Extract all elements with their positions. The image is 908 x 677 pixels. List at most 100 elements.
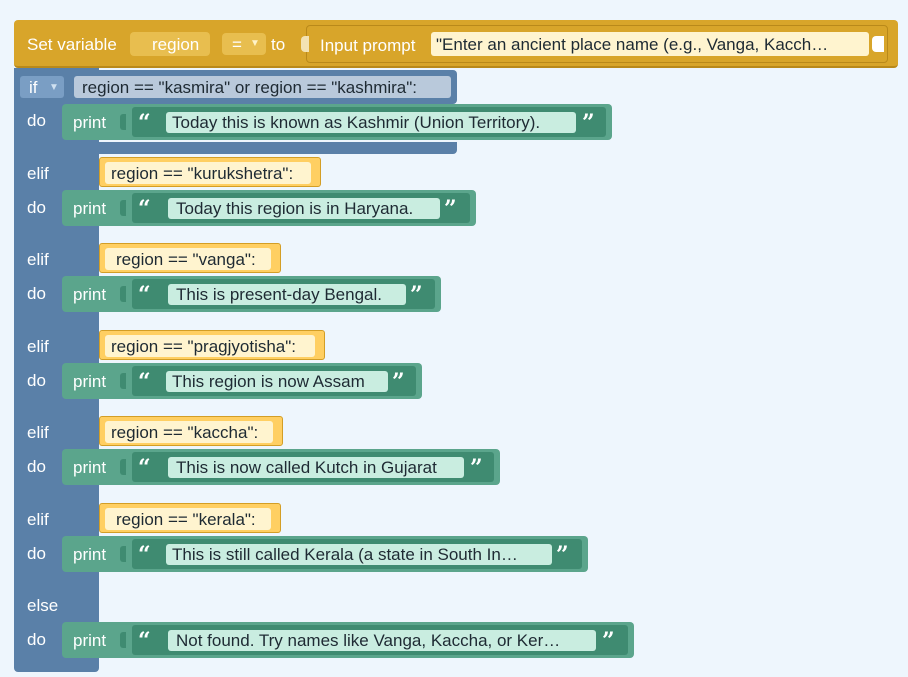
elif-keyword: elif xyxy=(27,337,49,356)
if-condition: region == "kasmira" or region == "kashmi… xyxy=(82,78,418,97)
open-quote-icon: “ xyxy=(138,628,151,654)
do-label: do xyxy=(27,198,46,217)
message-field[interactable]: This is now called Kutch in Gujarat xyxy=(168,457,464,478)
print-label: print xyxy=(73,631,107,650)
message-text: This is still called Kerala (a state in … xyxy=(172,545,518,564)
socket-notch-icon xyxy=(120,373,126,389)
elif-condition-field[interactable]: region == "kaccha": xyxy=(99,416,283,446)
do-label: do xyxy=(27,630,46,649)
print-label: print xyxy=(73,285,107,304)
do-label: do xyxy=(27,284,46,303)
close-quote-icon: ” xyxy=(470,455,483,481)
do-label: do xyxy=(27,457,46,476)
message-text: Today this is known as Kashmir (Union Te… xyxy=(172,113,541,132)
socket-notch-icon xyxy=(301,36,309,52)
input-prompt-label: Input prompt xyxy=(320,36,416,55)
open-quote-icon: “ xyxy=(138,282,151,308)
elif-keyword: elif xyxy=(27,423,49,442)
elif-condition-field[interactable]: region == "vanga": xyxy=(99,243,281,273)
elif-condition-field[interactable]: region == "pragjyotisha": xyxy=(99,330,325,360)
close-quote-icon: ” xyxy=(556,542,569,568)
message-field[interactable]: This region is now Assam xyxy=(166,371,388,392)
print-block[interactable]: print “ Not found. Try names like Vanga,… xyxy=(62,622,634,658)
close-quote-icon: ” xyxy=(582,110,595,136)
if-keyword: if xyxy=(29,78,38,97)
input-prompt-block[interactable]: Input prompt "Enter an ancient place nam… xyxy=(301,25,888,63)
do-label: do xyxy=(27,111,46,130)
prompt-text: "Enter an ancient place name (e.g., Vang… xyxy=(436,35,829,54)
open-quote-icon: “ xyxy=(138,110,151,136)
if-dropdown[interactable]: if ▼ xyxy=(20,76,64,98)
socket-end-icon xyxy=(872,36,884,52)
open-quote-icon: “ xyxy=(138,542,151,568)
socket-notch-icon xyxy=(120,286,126,302)
print-label: print xyxy=(73,458,107,477)
print-block[interactable]: print “ This is now called Kutch in Guja… xyxy=(62,449,500,485)
message-text: This region is now Assam xyxy=(172,372,365,391)
close-quote-icon: ” xyxy=(444,196,457,222)
string-block[interactable]: “ This is now called Kutch in Gujarat ” xyxy=(132,452,494,482)
close-quote-icon: ” xyxy=(410,282,423,308)
variable-name-label: region xyxy=(152,35,200,54)
print-block[interactable]: print “ Today this is known as Kashmir (… xyxy=(62,104,612,140)
socket-notch-icon xyxy=(120,632,126,648)
string-block[interactable]: “ Not found. Try names like Vanga, Kacch… xyxy=(132,625,628,655)
open-quote-icon: “ xyxy=(138,196,151,222)
if-header[interactable]: if ▼ region == "kasmira" or region == "k… xyxy=(14,70,457,104)
to-label: to xyxy=(271,35,286,54)
message-field[interactable]: Not found. Try names like Vanga, Kaccha,… xyxy=(168,630,596,651)
operator-label: = xyxy=(232,35,242,54)
string-block[interactable]: “ This is present-day Bengal. ” xyxy=(132,279,435,309)
elif-condition-field[interactable]: region == "kerala": xyxy=(99,503,281,533)
message-field[interactable]: This is present-day Bengal. xyxy=(168,284,406,305)
open-quote-icon: “ xyxy=(138,455,151,481)
string-block[interactable]: “ Today this region is in Haryana. ” xyxy=(132,193,470,223)
print-label: print xyxy=(73,545,107,564)
prompt-text-field[interactable]: "Enter an ancient place name (e.g., Vang… xyxy=(431,32,869,56)
print-label: print xyxy=(73,113,107,132)
message-field[interactable]: This is still called Kerala (a state in … xyxy=(166,544,552,565)
print-block[interactable]: print “ This region is now Assam ” xyxy=(62,363,422,399)
socket-notch-icon xyxy=(120,200,126,216)
print-block[interactable]: print “ This is still called Kerala (a s… xyxy=(62,536,588,572)
string-block[interactable]: “ This region is now Assam ” xyxy=(132,366,416,396)
print-label: print xyxy=(73,199,107,218)
dropdown-arrow-icon: ▼ xyxy=(250,38,260,49)
elif-keyword: elif xyxy=(27,164,49,183)
if-footer xyxy=(14,142,457,154)
message-field[interactable]: Today this region is in Haryana. xyxy=(168,198,440,219)
message-text: Not found. Try names like Vanga, Kaccha,… xyxy=(176,631,561,650)
set-variable-block[interactable]: Set variable region = ▼ to Input prompt … xyxy=(14,20,898,68)
print-block[interactable]: print “ Today this region is in Haryana.… xyxy=(62,190,476,226)
if-condition-field[interactable]: region == "kasmira" or region == "kashmi… xyxy=(74,76,451,98)
set-variable-label: Set variable xyxy=(27,35,117,54)
string-block[interactable]: “ This is still called Kerala (a state i… xyxy=(132,539,582,569)
socket-notch-icon xyxy=(120,114,126,130)
elif-condition: region == "vanga": xyxy=(116,250,256,269)
dropdown-arrow-icon: ▼ xyxy=(49,82,59,93)
print-block[interactable]: print “ This is present-day Bengal. ” xyxy=(62,276,441,312)
message-text: This is now called Kutch in Gujarat xyxy=(176,458,437,477)
message-text: This is present-day Bengal. xyxy=(176,285,382,304)
socket-notch-icon xyxy=(120,459,126,475)
elif-keyword: elif xyxy=(27,510,49,529)
message-field[interactable]: Today this is known as Kashmir (Union Te… xyxy=(166,112,576,133)
elif-condition: region == "kerala": xyxy=(116,510,256,529)
message-text: Today this region is in Haryana. xyxy=(176,199,414,218)
elif-condition: region == "pragjyotisha": xyxy=(111,337,297,356)
elif-condition: region == "kaccha": xyxy=(111,423,259,442)
open-quote-icon: “ xyxy=(138,369,151,395)
elif-condition: region == "kurukshetra": xyxy=(111,164,294,183)
variable-name-field[interactable]: region xyxy=(130,32,210,56)
socket-notch-icon xyxy=(120,546,126,562)
print-label: print xyxy=(73,372,107,391)
else-keyword: else xyxy=(27,596,59,615)
do-label: do xyxy=(27,371,46,390)
close-quote-icon: ” xyxy=(392,369,405,395)
elif-condition-field[interactable]: region == "kurukshetra": xyxy=(99,157,321,187)
elif-keyword: elif xyxy=(27,250,49,269)
string-block[interactable]: “ Today this is known as Kashmir (Union … xyxy=(132,107,606,137)
operator-dropdown[interactable]: = ▼ xyxy=(222,33,266,55)
do-label: do xyxy=(27,544,46,563)
close-quote-icon: ” xyxy=(602,628,615,654)
